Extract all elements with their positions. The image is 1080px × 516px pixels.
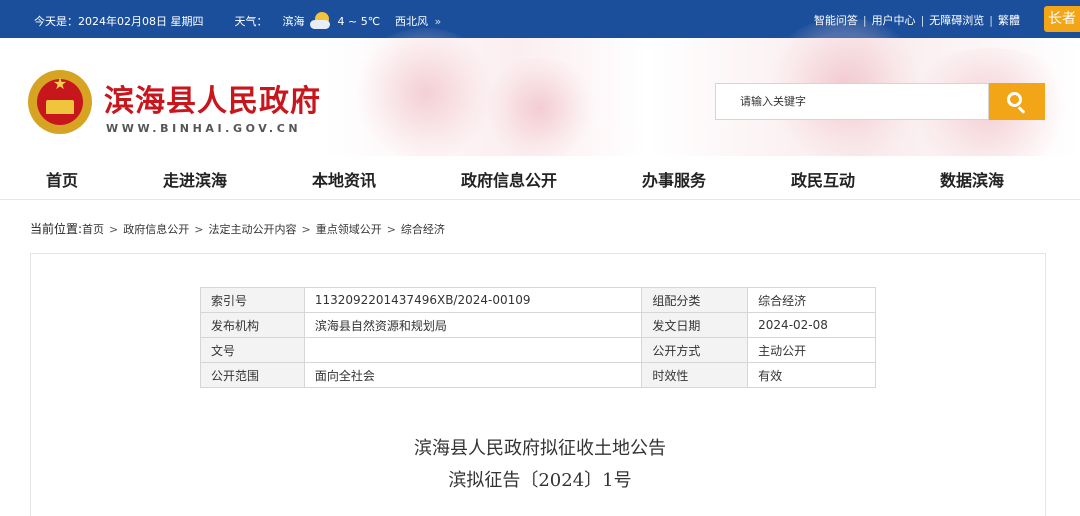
breadcrumb-item-key-areas[interactable]: 重点领域公开 — [316, 223, 382, 236]
breadcrumb-item-home[interactable]: 首页 — [82, 223, 104, 236]
top-bar: 今天是：2024年02月08日 星期四 天气： 滨海 4 ~ 5℃ 西北风 » … — [0, 0, 1080, 38]
nav-divider — [0, 199, 1080, 200]
current-date: 今天是：2024年02月08日 星期四 — [34, 15, 204, 28]
breadcrumb-item-gov-info[interactable]: 政府信息公开 — [123, 223, 189, 236]
table-row: 发布机构 滨海县自然资源和规划局 发文日期 2024-02-08 — [200, 312, 876, 338]
search-icon — [1007, 92, 1022, 107]
disclosure-method-label: 公开方式 — [641, 337, 749, 363]
nav-item-news[interactable]: 本地资讯 — [312, 167, 376, 191]
weather-label: 天气： — [234, 15, 268, 28]
breadcrumb-lead: 当前位置: — [30, 222, 83, 236]
site-title[interactable]: 滨海县人民政府 — [104, 76, 321, 120]
table-row: 公开范围 面向全社会 时效性 有效 — [200, 362, 876, 388]
validity-label: 时效性 — [641, 362, 749, 388]
table-row: 文号 公开方式 主动公开 — [200, 337, 876, 363]
disclosure-method-value: 主动公开 — [747, 337, 876, 363]
validity-value: 有效 — [747, 362, 876, 388]
search-button[interactable] — [989, 83, 1045, 120]
national-emblem-icon: ★ — [28, 70, 92, 134]
table-row: 索引号 1132092201437496XB/2024-00109 组配分类 综… — [200, 287, 876, 313]
nav-item-about[interactable]: 走进滨海 — [163, 167, 227, 191]
flower-decoration — [480, 58, 600, 158]
breadcrumb-item-statutory[interactable]: 法定主动公开内容 — [208, 223, 296, 236]
link-accessibility[interactable]: 无障碍浏览 — [929, 14, 984, 27]
category-label: 组配分类 — [641, 287, 749, 313]
metadata-table: 索引号 1132092201437496XB/2024-00109 组配分类 综… — [200, 287, 876, 388]
weather-more-icon[interactable]: » — [435, 15, 442, 28]
flower-decoration — [350, 28, 500, 158]
breadcrumb-item-economy[interactable]: 综合经济 — [401, 223, 445, 236]
index-value: 1132092201437496XB/2024-00109 — [303, 287, 643, 313]
weather-city: 滨海 — [282, 15, 305, 28]
site-domain: WWW.BINHAI.GOV.CN — [106, 122, 302, 135]
doc-number-label: 文号 — [200, 337, 305, 363]
search-box — [715, 83, 989, 120]
doc-number-value — [303, 337, 643, 363]
nav-item-services[interactable]: 办事服务 — [642, 167, 706, 191]
scope-value: 面向全社会 — [303, 362, 643, 388]
nav-item-data[interactable]: 数据滨海 — [940, 167, 1004, 191]
category-value: 综合经济 — [747, 287, 876, 313]
nav-item-gov-info[interactable]: 政府信息公开 — [461, 167, 557, 191]
issue-date-value: 2024-02-08 — [747, 312, 876, 338]
issue-date-label: 发文日期 — [641, 312, 749, 338]
weather-temp: 4 ~ 5℃ — [337, 14, 381, 28]
main-nav: 首页 走进滨海 本地资讯 政府信息公开 办事服务 政民互动 数据滨海 — [0, 156, 1080, 200]
site-header: ★ 滨海县人民政府 WWW.BINHAI.GOV.CN — [0, 18, 1080, 168]
scope-label: 公开范围 — [200, 362, 305, 388]
search-input[interactable] — [716, 84, 988, 119]
publisher-value: 滨海县自然资源和规划局 — [303, 312, 643, 338]
index-label: 索引号 — [200, 287, 305, 313]
nav-item-interaction[interactable]: 政民互动 — [791, 167, 855, 191]
link-traditional[interactable]: 繁體 — [998, 14, 1020, 27]
publisher-label: 发布机构 — [200, 312, 305, 338]
partly-cloudy-icon — [309, 12, 332, 30]
document-title: 滨海县人民政府拟征收土地公告 — [414, 438, 666, 459]
elder-mode-button[interactable]: 长者 — [1044, 6, 1080, 32]
nav-item-home[interactable]: 首页 — [46, 167, 78, 191]
date-weather: 今天是：2024年02月08日 星期四 天气： 滨海 4 ~ 5℃ 西北风 » — [34, 12, 441, 30]
weather-wind: 西北风 — [395, 15, 429, 28]
document-number: 滨拟征告〔2024〕1号 — [448, 470, 632, 491]
breadcrumb: 当前位置:首页 > 政府信息公开 > 法定主动公开内容 > 重点领域公开 > 综合经济 — [30, 222, 445, 236]
